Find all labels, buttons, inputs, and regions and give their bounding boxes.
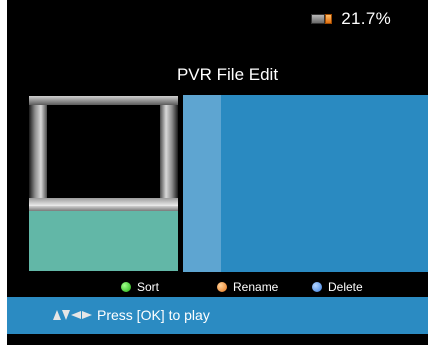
rename-button[interactable]: Rename	[217, 280, 278, 294]
orange-button-icon	[217, 282, 227, 292]
delete-button[interactable]: Delete	[312, 280, 363, 294]
rename-label: Rename	[233, 280, 279, 294]
tv-icon	[29, 96, 178, 206]
play-hint: Press [OK] to play	[53, 307, 210, 323]
color-key-legend: Sort Rename Delete	[7, 280, 428, 294]
blue-button-icon	[312, 282, 322, 292]
sort-label: Sort	[137, 280, 160, 294]
hint-bar: Press [OK] to play	[7, 297, 428, 334]
sort-button[interactable]: Sort	[121, 280, 159, 294]
hdd-battery-icon	[311, 13, 333, 25]
green-button-icon	[121, 282, 131, 292]
file-list-scrollbar[interactable]	[183, 95, 221, 272]
preview-screen	[47, 105, 160, 199]
pvr-screen: 21.7% PVR File Edit Sort Rename Delete P…	[7, 0, 428, 345]
navigation-arrows-icon	[53, 310, 92, 320]
file-info-panel	[29, 211, 178, 271]
page-title: PVR File Edit	[176, 65, 279, 84]
storage-usage: 21.7%	[341, 9, 391, 28]
storage-indicator: 21.7%	[311, 9, 391, 29]
delete-label: Delete	[328, 280, 363, 294]
hint-text: Press [OK] to play	[97, 307, 210, 323]
file-list[interactable]	[183, 95, 428, 272]
